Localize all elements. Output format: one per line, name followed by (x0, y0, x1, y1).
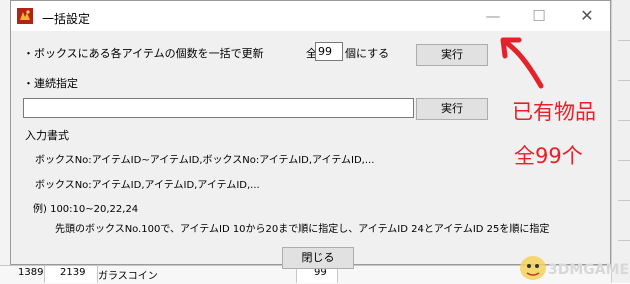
set-count-suffix: 個にする (345, 47, 390, 60)
example-line: 例) 100:10~20,22,24 (33, 204, 139, 215)
close-dialog-button[interactable]: 閉じる (282, 247, 354, 269)
annotation-line-2: 全99个 (514, 144, 583, 168)
minimize-icon: — (485, 7, 501, 25)
input-format-heading: 入力書式 (25, 129, 69, 142)
background-grid-line (618, 200, 630, 201)
background-grid-line (618, 160, 630, 161)
format-line-1: ボックスNo:アイテムID~アイテムID,ボックスNo:アイテムID,アイテムI… (35, 155, 375, 166)
bulk-execute-button[interactable]: 実行 (416, 44, 488, 66)
watermark-text: 3DMGAME (548, 262, 630, 278)
bulk-update-label: ・ボックスにある各アイテムの個数を一括で更新 (23, 47, 264, 60)
continuous-execute-button[interactable]: 実行 (416, 98, 488, 120)
example-description: 先頭のボックスNo.100で、アイテムID 10から20まで順に指定し、アイテム… (55, 224, 550, 235)
close-window-button[interactable]: ✕ (564, 1, 610, 31)
window-title: 一括設定 (42, 12, 91, 26)
background-cell: ガラスコイン (98, 271, 158, 282)
background-grid-line (618, 240, 630, 241)
continuous-spec-input[interactable] (23, 98, 414, 118)
annotation-line-1: 已有物品 (512, 100, 596, 124)
minimize-button[interactable]: — (470, 1, 516, 31)
continuous-spec-label: ・連続指定 (23, 77, 78, 90)
maximize-icon: ☐ (532, 7, 546, 25)
item-count-input[interactable] (315, 42, 343, 61)
title-bar[interactable]: 一括設定 — ☐ ✕ (11, 1, 610, 31)
background-grid-line (618, 40, 630, 41)
background-cell: 2139 (60, 267, 86, 278)
background-grid-line (618, 120, 630, 121)
app-icon (17, 8, 33, 24)
annotation-arrow-icon (500, 37, 544, 89)
background-cell: 1389 (18, 267, 44, 278)
close-icon: ✕ (580, 6, 594, 25)
maximize-button[interactable]: ☐ (516, 1, 562, 31)
format-line-2: ボックスNo:アイテムID,アイテムID,アイテムID,... (35, 180, 260, 191)
background-grid-line (618, 80, 630, 81)
